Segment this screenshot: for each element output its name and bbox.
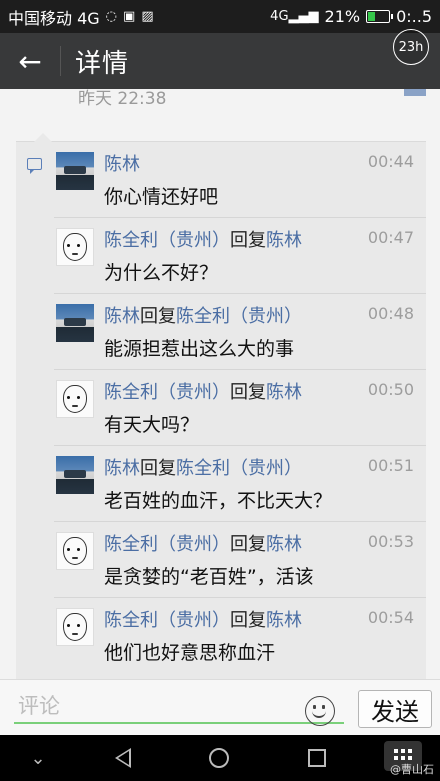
nav-home-icon[interactable] (206, 735, 232, 781)
watermark: @曹山石 (390, 763, 434, 776)
comment-meta: 陈全利（贵州）回复陈林 (104, 378, 302, 404)
face-sketch-icon (63, 537, 87, 565)
comment-text: 为什么不好？ (104, 262, 219, 284)
page-title: 详情 (75, 48, 130, 79)
title-bar: ← 详情 23h (0, 29, 440, 89)
reply-word: 回复 (140, 306, 176, 327)
comment-text: 是贪婪的“老百姓”，活该 (104, 566, 314, 588)
reply-target[interactable]: 陈全利（贵州） (176, 458, 302, 479)
comment-text: 能源担惹出这么大的事 (104, 338, 295, 360)
comment-meta: 陈全利（贵州）回复陈林 (104, 226, 302, 252)
comment-time: 00:50 (367, 380, 414, 399)
comment-text: 他们也好意思称血汗 (104, 642, 276, 664)
status-bar: 中国移动 4G ◌ ▣ ▨ 4G▂▄▆ 21% 0:..5 (0, 0, 440, 33)
reply-word: 回复 (230, 230, 266, 251)
comment-item[interactable]: 陈林 00:44 你心情还好吧 (54, 142, 426, 218)
comment-time: 00:48 (367, 304, 414, 323)
comment-meta: 陈林回复陈全利（贵州） (104, 454, 302, 480)
comment-meta: 陈全利（贵州）回复陈林 (104, 606, 302, 632)
timer-badge[interactable]: 23h (393, 29, 429, 65)
comment-author[interactable]: 陈林 (104, 154, 140, 175)
avatar[interactable] (56, 532, 94, 570)
comment-author[interactable]: 陈全利（贵州） (104, 610, 230, 631)
comment-time: 00:51 (367, 456, 414, 475)
comment-time: 00:54 (367, 608, 414, 627)
chevron-down-icon[interactable]: ⌄ (28, 735, 48, 781)
comment-author[interactable]: 陈全利（贵州） (104, 230, 230, 251)
reply-target[interactable]: 陈林 (266, 382, 302, 403)
image-icon: ▨ (141, 9, 154, 24)
clock: 0:..5 (396, 7, 432, 26)
battery-percent: 21% (324, 7, 361, 26)
back-arrow-icon[interactable]: ← (0, 33, 60, 89)
avatar[interactable] (56, 380, 94, 418)
title-divider (60, 46, 61, 76)
reply-target[interactable]: 陈全利（贵州） (176, 306, 302, 327)
nav-recents-icon[interactable] (306, 735, 328, 781)
reply-word: 回复 (230, 382, 266, 403)
notification-icon: ◌ (105, 9, 118, 24)
reply-word: 回复 (140, 458, 176, 479)
comment-item[interactable]: 陈林回复陈全利（贵州） 00:48 能源担惹出这么大的事 (54, 294, 426, 370)
avatar[interactable] (56, 608, 94, 646)
comment-time: 00:53 (367, 532, 414, 551)
comment-input[interactable]: 评论 (14, 688, 344, 724)
avatar[interactable] (56, 152, 94, 190)
comment-author[interactable]: 陈全利（贵州） (104, 534, 230, 555)
comment-time: 00:47 (367, 228, 414, 247)
reply-word: 回复 (230, 534, 266, 555)
comment-author[interactable]: 陈全利（贵州） (104, 382, 230, 403)
signal-icon: 4G▂▄▆ (270, 9, 319, 24)
comment-list: 陈林 00:44 你心情还好吧 陈全利（贵州）回复陈林 00:47 为什么不好？… (16, 133, 426, 679)
comment-text: 你心情还好吧 (104, 186, 219, 208)
comment-item[interactable]: 陈全利（贵州）回复陈林 00:50 有天大吗？ (54, 370, 426, 446)
comment-author[interactable]: 陈林 (104, 306, 140, 327)
reply-target[interactable]: 陈林 (266, 610, 302, 631)
system-nav-bar: ⌄ (0, 735, 440, 781)
comment-icon (27, 158, 42, 174)
face-sketch-icon (63, 385, 87, 413)
reply-word: 回复 (230, 610, 266, 631)
comment-meta: 陈林 (104, 150, 140, 176)
comment-item[interactable]: 陈全利（贵州）回复陈林 00:47 为什么不好？ (54, 218, 426, 294)
face-sketch-icon (63, 613, 87, 641)
nav-back-icon[interactable] (110, 735, 136, 781)
photo-icon: ▣ (123, 9, 136, 24)
detail-content: 昨天 22:38 陈林 00:44 你心情还好吧 陈全利（贵州）回复陈林 00:… (0, 89, 440, 679)
avatar[interactable] (56, 228, 94, 266)
emoji-icon[interactable] (305, 696, 335, 726)
post-time: 昨天 22:38 (78, 89, 167, 109)
comment-text: 有天大吗？ (104, 414, 200, 436)
comment-input-bar: 评论 发送 (0, 679, 440, 736)
comment-item[interactable]: 陈全利（贵州）回复陈林 00:53 是贪婪的“老百姓”，活该 (54, 522, 426, 598)
avatar[interactable] (56, 304, 94, 342)
avatar[interactable] (56, 456, 94, 494)
comment-meta: 陈林回复陈全利（贵州） (104, 302, 302, 328)
comment-text: 老百姓的血汗，不比天大？ (104, 490, 333, 512)
comment-item[interactable]: 陈全利（贵州）回复陈林 00:54 他们也好意思称血汗 (54, 598, 426, 674)
comment-item[interactable]: 陈林回复陈全利（贵州） 00:51 老百姓的血汗，不比天大？ (54, 446, 426, 522)
comment-author[interactable]: 陈林 (104, 458, 140, 479)
battery-icon (366, 10, 394, 23)
comment-time: 00:44 (367, 152, 414, 171)
send-button[interactable]: 发送 (358, 690, 432, 728)
reply-target[interactable]: 陈林 (266, 230, 302, 251)
comment-meta: 陈全利（贵州）回复陈林 (104, 530, 302, 556)
scroll-indicator (404, 89, 426, 96)
carrier-label: 中国移动 4G (8, 8, 100, 28)
reply-target[interactable]: 陈林 (266, 534, 302, 555)
face-sketch-icon (63, 233, 87, 261)
